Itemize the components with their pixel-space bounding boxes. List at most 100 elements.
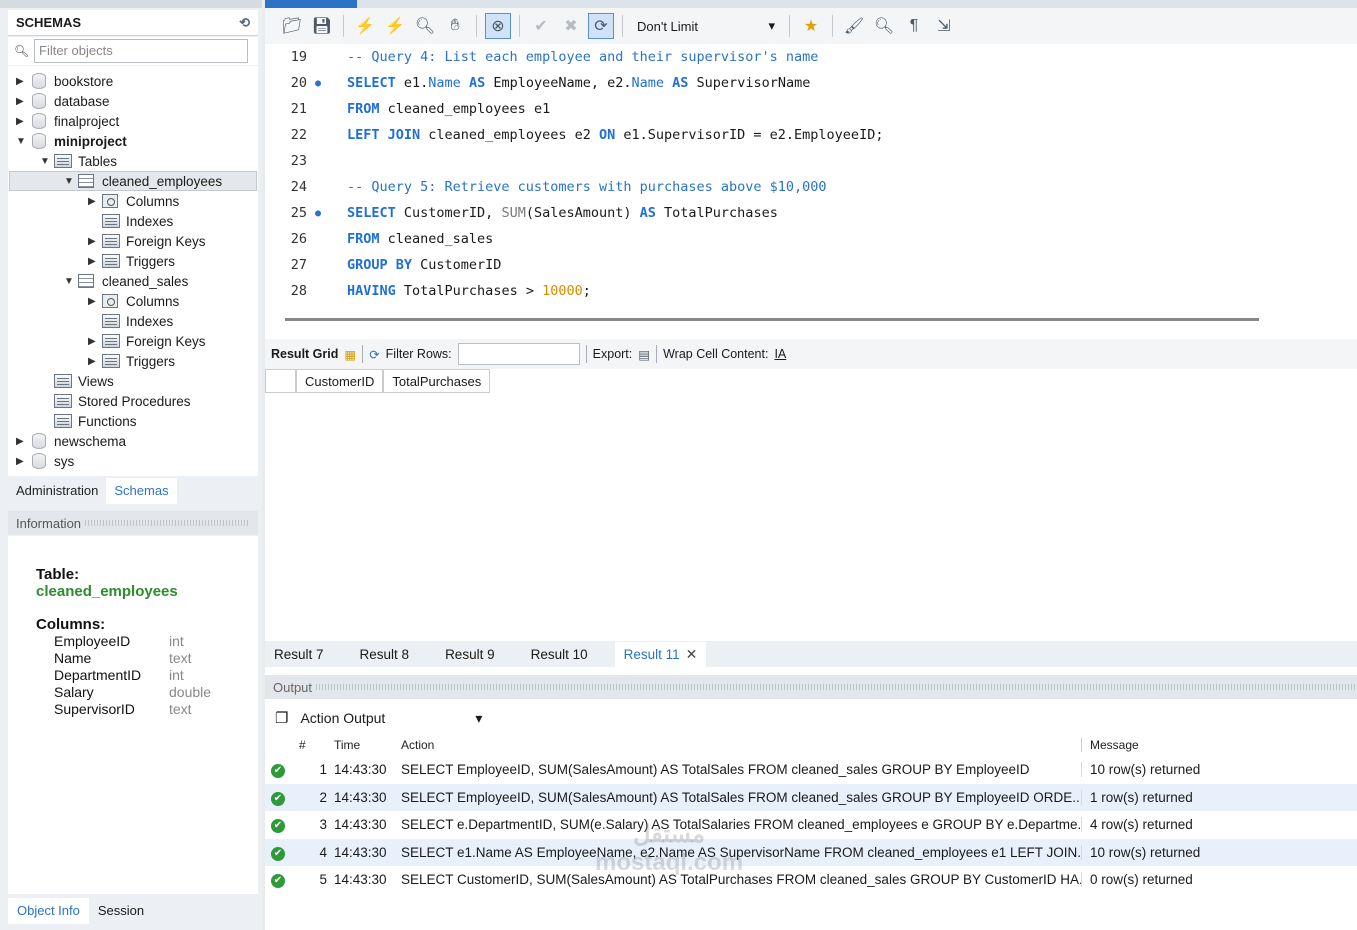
horizontal-scrollbar[interactable] bbox=[285, 318, 1259, 321]
tab-result-8[interactable]: Result 8 bbox=[351, 643, 419, 666]
export-icon[interactable]: ▤ bbox=[638, 347, 650, 362]
wrap-cell-icon[interactable]: IA bbox=[774, 347, 786, 361]
collapse-arrow-icon[interactable]: ▼ bbox=[64, 176, 76, 187]
action-output-select[interactable]: Action Output ▾ bbox=[288, 710, 488, 727]
tree-item-miniproject[interactable]: ▼ miniproject bbox=[16, 131, 127, 151]
tab-result-11[interactable]: Result 11 ✕ bbox=[614, 641, 707, 667]
tab-result-10[interactable]: Result 10 bbox=[522, 643, 597, 666]
message-column-header: Message bbox=[1081, 738, 1351, 752]
tree-item-foreign-keys[interactable]: ▶ Foreign Keys bbox=[88, 231, 206, 251]
filter-rows-input[interactable] bbox=[457, 343, 580, 365]
tree-item-foreign-keys[interactable]: ▶ Foreign Keys bbox=[88, 331, 206, 351]
output-row[interactable]: ✔ 5 14:43:30 SELECT CustomerID, SUM(Sale… bbox=[265, 866, 1357, 894]
collapse-arrow-icon[interactable]: ▼ bbox=[64, 276, 76, 287]
column-row: Salary double bbox=[36, 684, 258, 701]
tree-item-cleaned-employees[interactable]: ▼ cleaned_employees bbox=[9, 171, 257, 191]
output-row[interactable]: ✔ 4 14:43:30 SELECT e1.Name AS EmployeeN… bbox=[265, 838, 1357, 866]
tree-item-database[interactable]: ▶ database bbox=[16, 91, 110, 111]
commit-icon[interactable]: ✔ bbox=[528, 13, 554, 39]
stop-icon[interactable]: ✋︎ bbox=[442, 13, 468, 39]
code-line: 26 FROM cleaned_sales bbox=[265, 226, 494, 252]
tab-object-info[interactable]: Object Info bbox=[8, 898, 89, 924]
tree-item-indexes[interactable]: Indexes bbox=[100, 311, 173, 331]
status-cell: ✔ bbox=[265, 871, 291, 889]
success-check-icon: ✔ bbox=[271, 874, 285, 889]
expand-arrow-icon[interactable]: ▶ bbox=[88, 256, 100, 267]
keyword: HAVING bbox=[347, 283, 396, 299]
column-header-totalpurchases[interactable]: TotalPurchases bbox=[383, 369, 491, 393]
close-icon[interactable]: ✕ bbox=[686, 646, 698, 662]
auto-commit-icon[interactable]: ⟳ bbox=[588, 13, 614, 39]
execute-current-icon[interactable]: ⚡ bbox=[382, 13, 408, 39]
tree-item-indexes[interactable]: Indexes bbox=[100, 211, 173, 231]
tab-label: Result 11 bbox=[623, 646, 680, 662]
limit-rows-select[interactable]: Don't Limit ▾ bbox=[631, 14, 781, 38]
expand-arrow-icon[interactable]: ▶ bbox=[16, 76, 28, 87]
rollback-icon[interactable]: ✖ bbox=[558, 13, 584, 39]
copy-icon[interactable]: ❐ bbox=[275, 709, 288, 727]
tree-item-bookstore[interactable]: ▶ bookstore bbox=[16, 71, 113, 91]
filter-objects-input[interactable]: Filter objects bbox=[34, 39, 248, 63]
navigator-sidebar: SCHEMAS ⟲ 🔍︎ Filter objects ▶ bookstore ▶… bbox=[0, 0, 262, 930]
refresh-icon[interactable]: ⟳ bbox=[369, 347, 379, 362]
collapse-arrow-icon[interactable]: ▼ bbox=[16, 136, 28, 147]
row-time: 14:43:30 bbox=[334, 872, 387, 888]
collapse-arrow-icon[interactable]: ▼ bbox=[40, 156, 52, 167]
tree-item-columns[interactable]: ▶ Columns bbox=[88, 291, 179, 311]
expand-arrow-icon[interactable]: ▶ bbox=[16, 96, 28, 107]
tree-item-triggers[interactable]: ▶ Triggers bbox=[88, 251, 175, 271]
invisible-chars-icon[interactable]: ¶ bbox=[901, 13, 927, 39]
expand-arrow-icon[interactable]: ▶ bbox=[16, 116, 28, 127]
folder-icon bbox=[102, 354, 120, 368]
output-row[interactable]: ✔ 1 14:43:30 SELECT EmployeeID, SUM(Sale… bbox=[265, 756, 1357, 784]
expand-arrow-icon[interactable]: ▶ bbox=[88, 336, 100, 347]
active-query-tab[interactable] bbox=[265, 0, 357, 8]
sql-editor[interactable]: 19 -- Query 4: List each employee and the… bbox=[265, 44, 1357, 314]
explain-icon[interactable]: 🔍︎ bbox=[412, 13, 438, 39]
grid-view-icon[interactable]: ▦ bbox=[344, 347, 356, 362]
tab-result-9[interactable]: Result 9 bbox=[436, 643, 504, 666]
tree-item-newschema[interactable]: ▶ newschema bbox=[16, 431, 126, 451]
expand-arrow-icon[interactable]: ▶ bbox=[88, 236, 100, 247]
tree-item-sys[interactable]: ▶ sys bbox=[16, 451, 74, 471]
tab-session[interactable]: Session bbox=[89, 898, 153, 924]
beautify-icon[interactable]: 🖌︎ bbox=[841, 13, 867, 39]
add-snippet-icon[interactable]: ★ bbox=[798, 13, 824, 39]
tree-item-finalproject[interactable]: ▶ finalproject bbox=[16, 111, 119, 131]
output-row[interactable]: ✔ 3 14:43:30 SELECT e.DepartmentID, SUM(… bbox=[265, 811, 1357, 839]
tree-item-views[interactable]: Views bbox=[52, 371, 114, 391]
result-grid-label[interactable]: Result Grid bbox=[271, 347, 338, 361]
query-tab-strip bbox=[265, 0, 1357, 8]
tree-item-tables[interactable]: ▼ Tables bbox=[40, 151, 117, 171]
output-row[interactable]: ✔ 2 14:43:30 SELECT EmployeeID, SUM(Sale… bbox=[265, 783, 1357, 811]
folder-icon bbox=[102, 314, 120, 328]
expand-arrow-icon[interactable]: ▶ bbox=[88, 356, 100, 367]
line-number: 21 bbox=[290, 101, 307, 117]
database-icon bbox=[32, 113, 46, 129]
tab-schemas[interactable]: Schemas bbox=[106, 478, 177, 504]
open-folder-icon[interactable]: 📁︎ bbox=[279, 13, 305, 39]
tab-result-7[interactable]: Result 7 bbox=[265, 643, 333, 666]
tree-item-cleaned-sales[interactable]: ▼ cleaned_sales bbox=[64, 271, 188, 291]
expand-arrow-icon[interactable]: ▶ bbox=[16, 436, 28, 447]
save-icon[interactable]: 💾︎ bbox=[309, 13, 335, 39]
find-icon[interactable]: 🔍︎ bbox=[871, 13, 897, 39]
toggle-continue-on-error-icon[interactable]: ⊗ bbox=[485, 13, 511, 39]
word-wrap-icon[interactable]: ⇲ bbox=[931, 13, 957, 39]
expand-arrow-icon[interactable]: ▶ bbox=[16, 456, 28, 467]
tab-administration[interactable]: Administration bbox=[8, 478, 106, 504]
expand-arrow-icon[interactable]: ▶ bbox=[88, 196, 100, 207]
column-name: Name bbox=[54, 650, 92, 666]
column-header-customerid[interactable]: CustomerID bbox=[296, 369, 384, 393]
tree-item-columns[interactable]: ▶ Columns bbox=[88, 191, 179, 211]
code-line: 25 ● SELECT CustomerID, SUM(SalesAmount) A… bbox=[265, 200, 778, 226]
refresh-icon[interactable]: ⟲ bbox=[239, 15, 250, 31]
tree-item-triggers[interactable]: ▶ Triggers bbox=[88, 351, 175, 371]
tree-label: cleaned_sales bbox=[102, 273, 189, 289]
row-time: 14:43:30 bbox=[334, 817, 387, 833]
execute-icon[interactable]: ⚡ bbox=[352, 13, 378, 39]
expand-arrow-icon[interactable]: ▶ bbox=[88, 296, 100, 307]
tree-item-functions[interactable]: Functions bbox=[52, 411, 137, 431]
grid-corner bbox=[265, 369, 296, 393]
tree-item-stored-procedures[interactable]: Stored Procedures bbox=[52, 391, 191, 411]
